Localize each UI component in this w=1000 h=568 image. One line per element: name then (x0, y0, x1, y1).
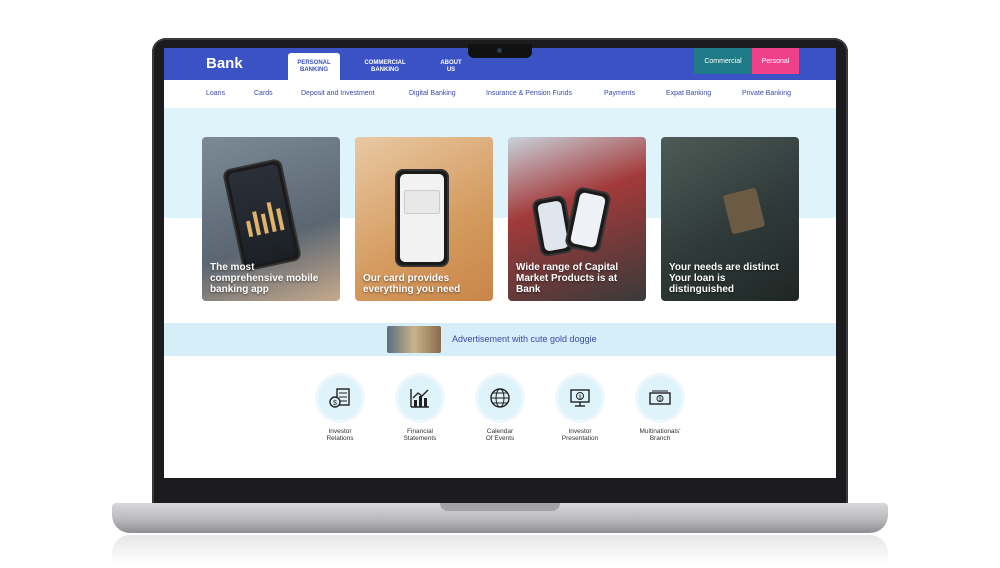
personal-button[interactable]: Personal (752, 48, 799, 74)
card-caption: Our card provides everything you need (363, 273, 487, 295)
phone-screen (569, 191, 607, 249)
caption-line: distinguished (669, 284, 734, 295)
feature-label: Investor (328, 428, 352, 435)
feature-investor-presentation[interactable]: $ Investor Presentation (545, 376, 615, 442)
phone-image (395, 169, 449, 267)
tab-label: ABOUT (440, 59, 462, 66)
caption-line: Our card provides (363, 273, 450, 284)
investor-relations-icon: $ (329, 388, 350, 408)
promo-card-capital-markets[interactable]: Wide range of Capital Market Products is… (508, 137, 646, 301)
promo-card-loans[interactable]: Your needs are distinct Your loan is dis… (661, 137, 799, 301)
svg-text:$: $ (659, 397, 662, 403)
feature-label: Calendar (486, 428, 514, 435)
subnav-expat-banking[interactable]: Expat Banking (666, 90, 711, 97)
feature-calendar-of-events[interactable]: Calendar Of Events (465, 376, 535, 442)
feature-label: Of Events (485, 435, 515, 442)
feature-investor-relations[interactable]: $ Investor Relations (305, 376, 375, 442)
feature-icon-wrap (478, 376, 522, 420)
subnav-insurance[interactable]: Insurance & Pension Funds (486, 90, 572, 97)
advertisement-strip[interactable]: Advertisement with cute gold doggie (164, 323, 836, 356)
camera-icon (497, 48, 502, 53)
feature-label: Investor (568, 428, 592, 435)
screen: Bank PERSONAL BANKING COMMERCIAL BANKING A… (164, 48, 836, 478)
caption-line: everything you need (363, 284, 461, 295)
tab-label: BANKING (371, 66, 399, 73)
caption-line: Wide range of Capital (516, 262, 619, 273)
feature-label: Financial (406, 428, 433, 435)
caption-line: Market Products is at (516, 273, 618, 284)
credit-card-icon (404, 190, 440, 214)
feature-icon-wrap: $ (638, 376, 682, 420)
presentation-icon: $ (570, 389, 590, 407)
card-caption: Wide range of Capital Market Products is… (516, 262, 640, 295)
phone-screen (537, 200, 569, 252)
svg-text:$: $ (333, 400, 337, 407)
feature-multinationals-branch[interactable]: $ Multinationals' Branch (625, 376, 695, 442)
subnav-private-banking[interactable]: Private Banking (742, 90, 791, 97)
caption-line: Your needs are distinct (669, 262, 779, 273)
feature-label: Presentation (561, 435, 599, 442)
tab-commercial-banking[interactable]: COMMERCIAL BANKING (354, 53, 416, 80)
feature-label: Relations (326, 435, 354, 442)
card-caption: The most comprehensive mobile banking ap… (210, 262, 334, 295)
phone-image (563, 185, 613, 255)
promo-card-bank-card[interactable]: Our card provides everything you need (355, 137, 493, 301)
ad-text: Advertisement with cute gold doggie (452, 334, 597, 344)
calendar-globe-icon (490, 388, 510, 408)
feature-label: Statements (403, 435, 437, 442)
subnav-digital-banking[interactable]: Digital Banking (409, 90, 456, 97)
feature-icon-wrap (398, 376, 442, 420)
camera-notch (468, 44, 532, 58)
sub-navigation: Loans Cards Deposit and Investment Digit… (164, 80, 836, 109)
laptop-reflection (112, 535, 888, 565)
feature-financial-statements[interactable]: Financial Statements (385, 376, 455, 442)
promo-card-mobile-app[interactable]: The most comprehensive mobile banking ap… (202, 137, 340, 301)
subnav-payments[interactable]: Payments (604, 90, 635, 97)
brand-logo[interactable]: Bank (206, 55, 243, 72)
caption-line: Your loan is (669, 273, 726, 284)
wallet-image (722, 187, 766, 235)
financial-statements-icon (410, 389, 429, 408)
feature-icon-wrap: $ (318, 376, 362, 420)
phone-image (221, 157, 303, 273)
subnav-cards[interactable]: Cards (254, 90, 273, 97)
caption-line: comprehensive mobile (210, 273, 319, 284)
laptop-base-notch (440, 503, 560, 511)
card-caption: Your needs are distinct Your loan is dis… (669, 262, 793, 295)
tab-label: BANKING (300, 66, 328, 73)
tab-label: COMMERCIAL (364, 59, 406, 66)
tab-label: US (446, 66, 456, 73)
subnav-loans[interactable]: Loans (206, 90, 225, 97)
ad-thumbnail (387, 326, 441, 353)
feature-label: Branch (649, 435, 671, 442)
bar-chart-icon (245, 201, 285, 238)
caption-line: banking app (210, 284, 269, 295)
tab-label: PERSONAL (297, 59, 331, 66)
cash-icon: $ (649, 390, 671, 405)
feature-icon-wrap: $ (558, 376, 602, 420)
caption-line: Bank (516, 284, 541, 295)
caption-line: The most (210, 262, 255, 273)
commercial-button[interactable]: Commercial (694, 48, 752, 74)
svg-text:$: $ (579, 395, 582, 401)
tab-about-us[interactable]: ABOUT US (430, 53, 472, 80)
feature-label: Multinationals' (639, 428, 681, 435)
phone-screen (227, 163, 297, 267)
phone-screen (400, 174, 444, 262)
subnav-deposit[interactable]: Deposit and Investment (301, 90, 375, 97)
tab-personal-banking[interactable]: PERSONAL BANKING (288, 53, 340, 80)
